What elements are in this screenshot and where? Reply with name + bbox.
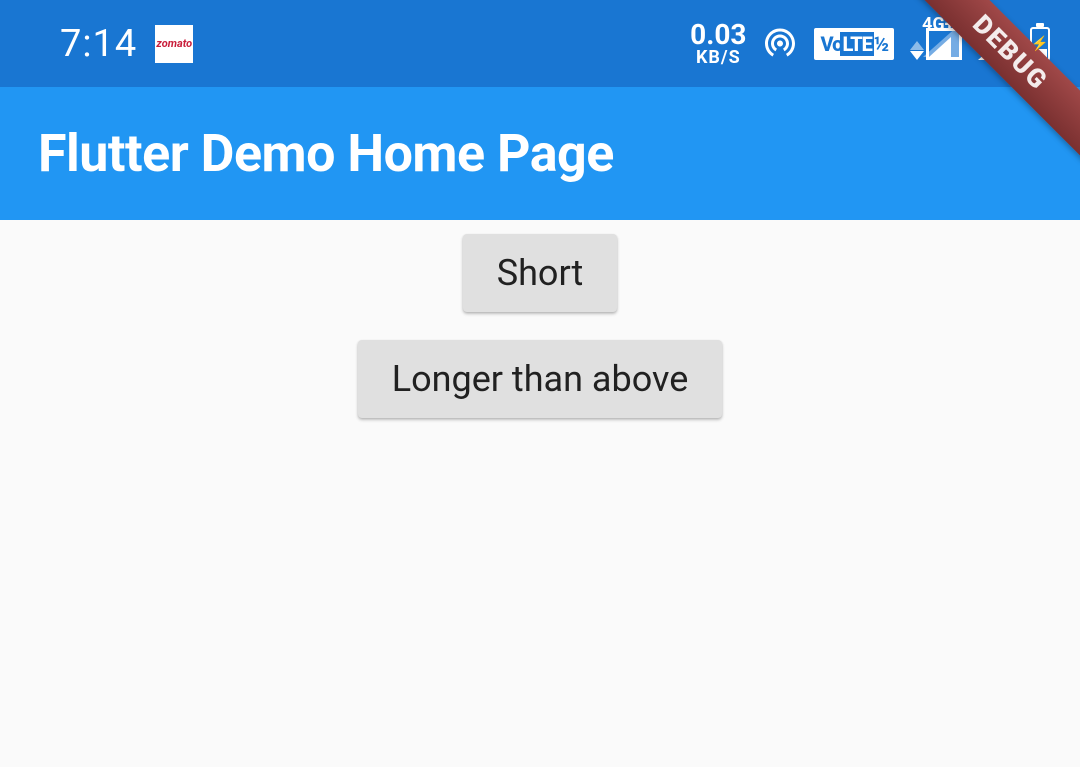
- android-status-bar: 7:14 zomato 0.03 KB/S VoLTE½ 4G+ ⚡: [0, 0, 1080, 87]
- signal-triangle-full-icon: [978, 28, 1014, 60]
- status-bar-left: 7:14 zomato: [60, 22, 193, 66]
- page-title: Flutter Demo Home Page: [38, 123, 614, 184]
- data-arrows-icon: [910, 41, 924, 60]
- app-bar: Flutter Demo Home Page: [0, 87, 1080, 220]
- hotspot-icon: [762, 24, 798, 64]
- network-speed-value: 0.03: [690, 21, 746, 49]
- volte-badge: VoLTE½: [814, 28, 894, 60]
- status-clock: 7:14: [60, 22, 137, 66]
- status-bar-right: 0.03 KB/S VoLTE½ 4G+ ⚡: [690, 21, 1050, 67]
- main-content: Short Longer than above: [0, 220, 1080, 418]
- short-button[interactable]: Short: [463, 234, 618, 312]
- battery-charging-icon: ⚡: [1031, 36, 1048, 52]
- network-speed-indicator: 0.03 KB/S: [690, 21, 746, 67]
- longer-button[interactable]: Longer than above: [358, 340, 723, 418]
- zomato-notification-icon: zomato: [155, 25, 193, 63]
- signal-indicator-1: 4G+: [910, 28, 962, 60]
- signal-indicator-2: [978, 28, 1014, 60]
- signal-triangle-icon: [926, 28, 962, 60]
- battery-icon: ⚡: [1030, 27, 1050, 61]
- network-speed-unit: KB/S: [696, 49, 741, 67]
